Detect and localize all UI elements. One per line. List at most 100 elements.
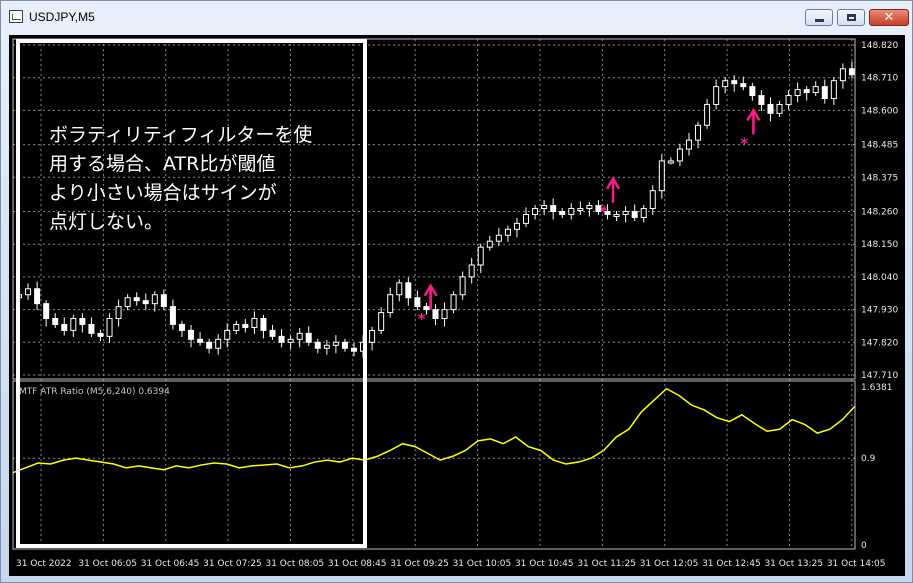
candle-body [169,306,176,325]
candle-body [52,318,59,325]
candle-body [287,338,294,343]
candle-body [649,190,656,210]
candle-body [97,332,104,337]
candle-body [396,282,403,296]
maximize-button[interactable] [837,9,865,26]
candle-body [43,303,50,320]
candle-body [658,160,665,192]
candle-body [378,312,385,331]
time-axis-label: 31 Oct 12:05 [640,559,699,569]
indicator-label: MTF ATR Ratio (M5,6,240) 0.6394 [19,387,170,397]
candle-body [296,332,303,340]
time-axis-label: 31 Oct 14:05 [827,559,886,569]
candle-body [821,86,828,100]
candle-body [559,210,566,215]
price-axis-label: 147.710 [861,371,898,381]
candle-body [731,80,738,85]
time-axis-label: 31 Oct 06:05 [78,559,137,569]
candle-body [477,246,484,266]
price-axis-label: 148.600 [861,106,898,116]
candle-body [450,294,457,311]
candle-body [188,329,195,340]
chart-area[interactable]: * * * 31 Oct 2022 31 Oct 06:05 31 Oct 06:45 3… [9,35,905,576]
window-title: USDJPY,M5 [29,10,95,24]
candle-body [25,288,32,296]
signal-star-icon: * [740,134,748,152]
candle-body [794,89,801,97]
close-button[interactable]: ✕ [869,9,909,26]
candle-body [314,341,321,349]
candle-body [504,228,511,236]
candle-body [142,300,149,305]
candle-body [441,309,448,320]
chart-canvas[interactable]: *** 31 Oct 2022 31 Oct 06:05 31 Oct 06:45 3… [9,35,905,576]
chart-window: USDJPY,M5 ✕ * * * 31 Oct 2022 31 Oct 06:05 3… [0,0,913,583]
candle-body [332,341,339,346]
candle-body [106,318,113,337]
atr-ratio-line [12,387,856,474]
buy-arrow-icon [746,107,761,135]
candle-body [839,68,846,82]
candle-body [803,89,810,94]
candle-body [133,297,140,302]
minimize-icon [814,19,824,22]
candle-body [260,318,267,331]
price-axis-label: 148.485 [861,141,898,151]
candle-body [115,306,122,320]
candle-body [34,288,41,305]
minimize-button[interactable] [805,9,833,26]
candle-body [785,95,792,105]
candle-body [577,208,584,212]
price-axis-label: 147.820 [861,338,898,348]
price-axis-label: 148.375 [861,173,898,183]
candle-body [722,80,729,88]
time-axis-label: 31 Oct 07:25 [203,559,262,569]
time-axis-label: 31 Oct 08:45 [328,559,387,569]
candle-body [369,329,376,343]
candle-body [387,294,394,314]
price-axis-label: 148.260 [861,207,898,217]
candle-body [704,103,711,126]
candle-body [468,264,475,278]
time-axis-label: 31 Oct 2022 [16,559,72,569]
candle-body [233,323,240,331]
candle-body [206,341,213,349]
price-axis-label: 148.820 [861,41,898,51]
candle-body [432,309,439,320]
candle-body [124,297,131,308]
time-axis-label: 31 Oct 10:45 [515,559,574,569]
candle-body [495,234,502,242]
candle-body [749,86,756,97]
candle-body [848,68,855,76]
candle-body [251,318,258,328]
candle-body [486,240,493,248]
candle-body [160,294,167,308]
close-icon: ✕ [883,10,895,25]
candle-body [613,213,620,217]
candle-body [550,205,557,212]
candle-body [541,205,548,210]
candle-body [812,86,819,94]
candle-body [513,222,520,230]
candle-body [767,103,774,114]
candle-body [459,276,466,296]
candle-body [242,323,249,328]
price-axis-label: 148.710 [861,74,898,84]
buy-signals: * * * [418,107,761,328]
chart-app-icon [9,10,23,23]
maximize-icon [846,14,856,21]
signal-star-icon: * [600,203,608,221]
title-bar[interactable]: USDJPY,M5 ✕ [1,1,912,35]
highlight-box [16,39,367,548]
time-axis-label: 31 Oct 12:45 [702,559,761,569]
candle-body [215,338,222,349]
candle-body [414,297,421,308]
time-axis-label: 31 Oct 13:25 [764,559,823,569]
candle-body [758,95,765,105]
candle-body [197,338,204,343]
time-axis-label: 31 Oct 09:25 [390,559,449,569]
candle-body [278,335,285,343]
candle-body [341,341,348,349]
candle-body [667,160,674,164]
candle-body [640,208,647,218]
